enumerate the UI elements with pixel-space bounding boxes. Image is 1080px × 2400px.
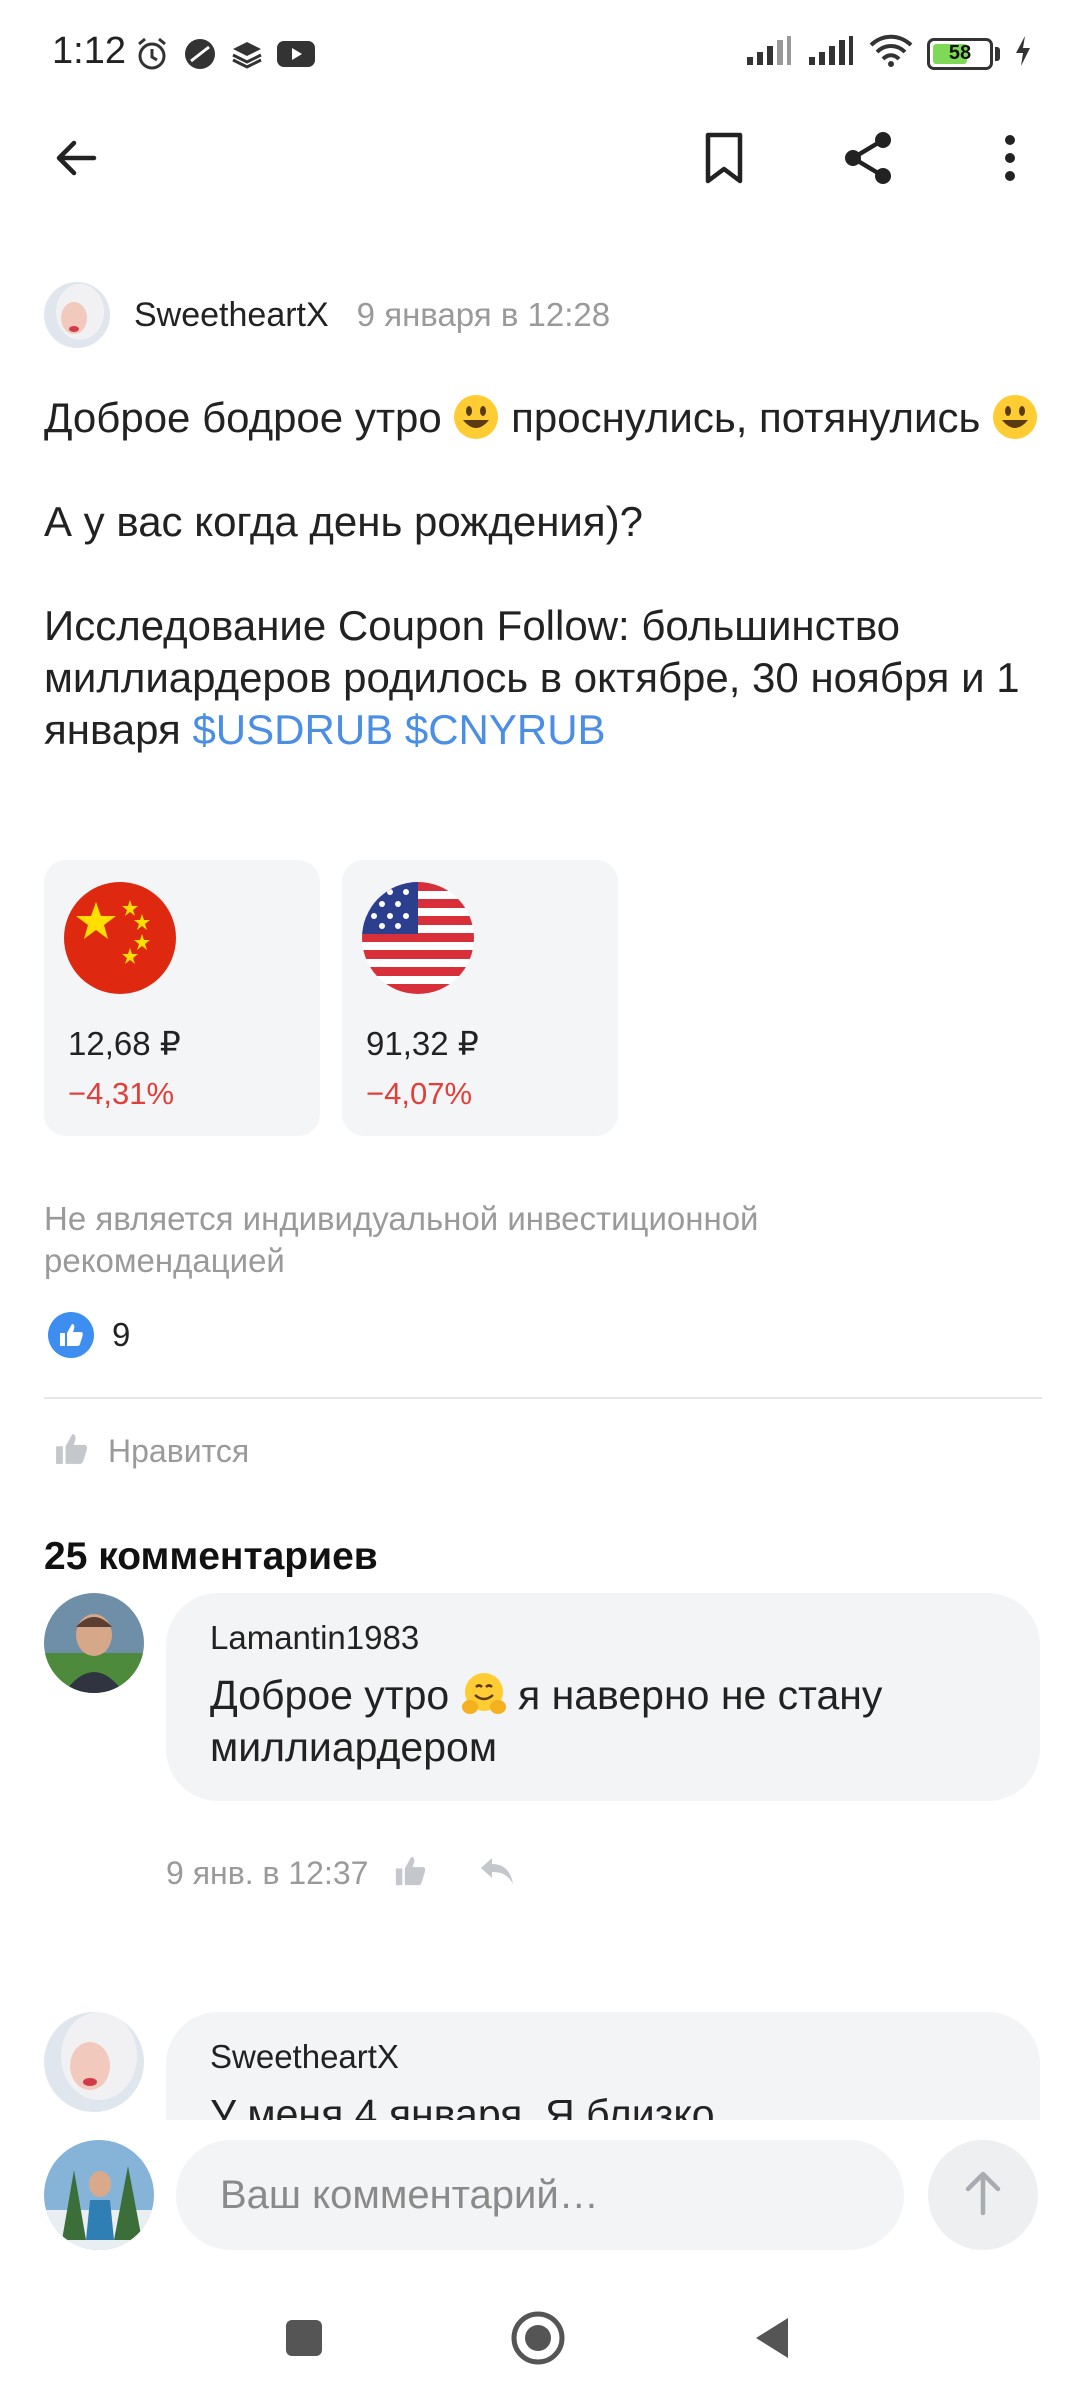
instrument-price: 12,68 ₽: [68, 1025, 181, 1062]
comment-reply-button[interactable]: [478, 1854, 516, 1893]
status-bar: 1:12 58: [0, 0, 1080, 110]
bookmark-icon: [702, 131, 746, 190]
comment-bubble: SweetheartX У меня 4 января. Я близко: [166, 2012, 1040, 2120]
post-paragraph: Исследование Coupon Follow: большинство …: [44, 602, 1020, 753]
send-comment-button[interactable]: [928, 2140, 1038, 2250]
post-author[interactable]: SweetheartX: [134, 296, 329, 335]
system-navigation-bar: [0, 2280, 1080, 2400]
post-paragraph: Доброе бодрое утро проснулись, потянулис…: [44, 392, 1044, 444]
charging-icon: [1014, 35, 1032, 72]
battery-icon: 58: [927, 37, 1000, 70]
signal-icon: [807, 35, 855, 72]
china-flag-icon: [64, 882, 176, 994]
battery-level: 58: [948, 42, 972, 64]
status-icons-right: 58: [745, 34, 1032, 73]
recents-icon: [284, 2318, 324, 2363]
like-label: Нравится: [108, 1433, 250, 1469]
recents-button[interactable]: [264, 2300, 344, 2380]
reactions-summary[interactable]: 9: [48, 1312, 130, 1358]
reply-icon: [478, 1858, 516, 1892]
comment-text: Доброе утро я наверно не стану миллиарде…: [210, 1671, 883, 1770]
home-icon: [510, 2310, 566, 2371]
more-vertical-icon: [1002, 134, 1018, 187]
more-options-button[interactable]: [970, 120, 1050, 200]
like-button[interactable]: Нравится: [52, 1430, 249, 1473]
signal-icon: [745, 35, 793, 72]
comment-like-button[interactable]: [392, 1853, 428, 1894]
layers-icon: [230, 37, 264, 76]
home-button[interactable]: [498, 2300, 578, 2380]
investment-disclaimer: Не является индивидуальной инвестиционно…: [44, 1200, 759, 1279]
post-header: SweetheartX 9 января в 12:28: [44, 280, 610, 350]
alarm-icon: [134, 36, 170, 77]
divider: [44, 1397, 1042, 1399]
comment-input[interactable]: [176, 2140, 904, 2250]
comment-input-bar: [0, 2120, 1080, 2280]
comment-author[interactable]: Lamantin1983: [210, 1619, 996, 1657]
usa-flag-icon: [362, 882, 474, 994]
instrument-change: −4,07%: [366, 1076, 473, 1111]
instrument-card-usd[interactable]: 91,32 ₽ −4,07%: [342, 860, 618, 1136]
smiley-emoji-icon: [992, 394, 1038, 440]
instrument-cards: 12,68 ₽ −4,31% 91,32 ₽ −4,07%: [44, 860, 618, 1136]
back-button[interactable]: [36, 120, 116, 200]
post-body: Доброе бодрое утро проснулись, потянулис…: [44, 392, 1044, 808]
post-date: 9 января в 12:28: [356, 296, 611, 333]
back-arrow-icon: [52, 134, 100, 187]
comment-meta: 9 янв. в 12:37: [166, 1853, 516, 1894]
comment-time: 9 янв. в 12:37: [166, 1855, 369, 1891]
comment-item: Lamantin1983 Доброе утро я наверно не ст…: [44, 1593, 1040, 1893]
arrow-up-icon: [961, 2169, 1005, 2222]
share-button[interactable]: [828, 120, 908, 200]
author-avatar[interactable]: [44, 282, 110, 348]
back-icon: [752, 2316, 792, 2365]
likes-count: 9: [112, 1316, 131, 1353]
wifi-icon: [869, 34, 913, 73]
thumbs-up-icon: [52, 1430, 90, 1473]
instrument-change: −4,31%: [68, 1076, 175, 1111]
do-not-disturb-icon: [182, 36, 218, 77]
thumbs-up-icon: [392, 1856, 428, 1893]
ticker-link-cnyrub[interactable]: $CNYRUB: [405, 706, 606, 753]
comment-item: SweetheartX У меня 4 января. Я близко: [44, 2012, 1040, 2120]
commenter-avatar[interactable]: [44, 2012, 144, 2112]
comment-text: У меня 4 января. Я близко: [210, 2091, 715, 2120]
bookmark-button[interactable]: [684, 120, 764, 200]
youtube-icon: [276, 38, 316, 75]
current-user-avatar: [44, 2140, 154, 2250]
status-time: 1:12: [52, 30, 126, 72]
post-paragraph: А у вас когда день рождения)?: [44, 498, 643, 545]
smiley-emoji-icon: [453, 394, 499, 440]
status-icons-left: [134, 36, 316, 77]
share-icon: [841, 130, 895, 191]
ticker-link-usdrub[interactable]: $USDRUB: [192, 706, 393, 753]
instrument-price: 91,32 ₽: [366, 1025, 479, 1062]
instrument-card-cny[interactable]: 12,68 ₽ −4,31%: [44, 860, 320, 1136]
system-back-button[interactable]: [732, 2300, 812, 2380]
hugging-face-emoji-icon: [461, 1671, 507, 1717]
top-app-bar: [0, 120, 1080, 200]
comments-count-heading: 25 комментариев: [44, 1535, 378, 1578]
commenter-avatar[interactable]: [44, 1593, 144, 1693]
comment-author[interactable]: SweetheartX: [210, 2038, 996, 2076]
thumbs-up-icon: [48, 1312, 94, 1358]
comment-bubble: Lamantin1983 Доброе утро я наверно не ст…: [166, 1593, 1040, 1801]
